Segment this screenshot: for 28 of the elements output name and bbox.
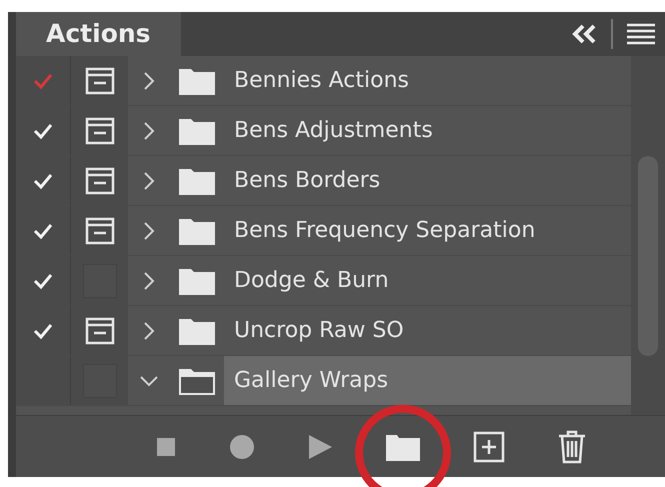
action-set-row[interactable]: Dodge & Burn — [16, 256, 631, 306]
menu-icon[interactable] — [627, 23, 655, 45]
action-set-row[interactable]: Uncrop Raw SO — [16, 306, 631, 356]
collapse-icon[interactable] — [571, 24, 597, 44]
play-icon[interactable] — [306, 434, 332, 460]
scrollbar[interactable] — [631, 56, 665, 415]
record-icon[interactable] — [228, 434, 254, 460]
action-set-row[interactable]: Bens Frequency Separation — [16, 206, 631, 256]
action-set-item[interactable]: Bens Borders — [224, 156, 631, 205]
action-set-item[interactable]: Bennies Actions — [224, 56, 631, 105]
dialog-toggle-icon[interactable] — [84, 116, 114, 146]
action-set-row[interactable]: Bennies Actions — [16, 56, 631, 106]
trash-icon[interactable] — [556, 430, 586, 464]
dialog-toggle-icon[interactable] — [84, 166, 114, 196]
add-icon[interactable] — [472, 430, 504, 462]
action-set-item[interactable]: Uncrop Raw SO — [224, 306, 631, 355]
stop-icon[interactable] — [154, 436, 176, 458]
action-set-item[interactable]: Bens Adjustments — [224, 106, 631, 155]
dialog-toggle-icon[interactable] — [84, 216, 114, 246]
dialog-toggle-icon[interactable] — [84, 316, 114, 346]
action-set-row[interactable]: Gallery Wraps — [16, 356, 631, 406]
action-set-item[interactable]: Gallery Wraps — [224, 356, 631, 405]
action-set-row[interactable]: Bens Adjustments — [16, 106, 631, 156]
action-set-row[interactable]: Bens Borders — [16, 156, 631, 206]
dialog-toggle-icon[interactable] — [84, 66, 114, 96]
action-set-item[interactable]: Bens Frequency Separation — [224, 206, 631, 255]
panel-tab[interactable]: Actions — [16, 12, 181, 56]
action-set-item[interactable]: Dodge & Burn — [224, 256, 631, 305]
